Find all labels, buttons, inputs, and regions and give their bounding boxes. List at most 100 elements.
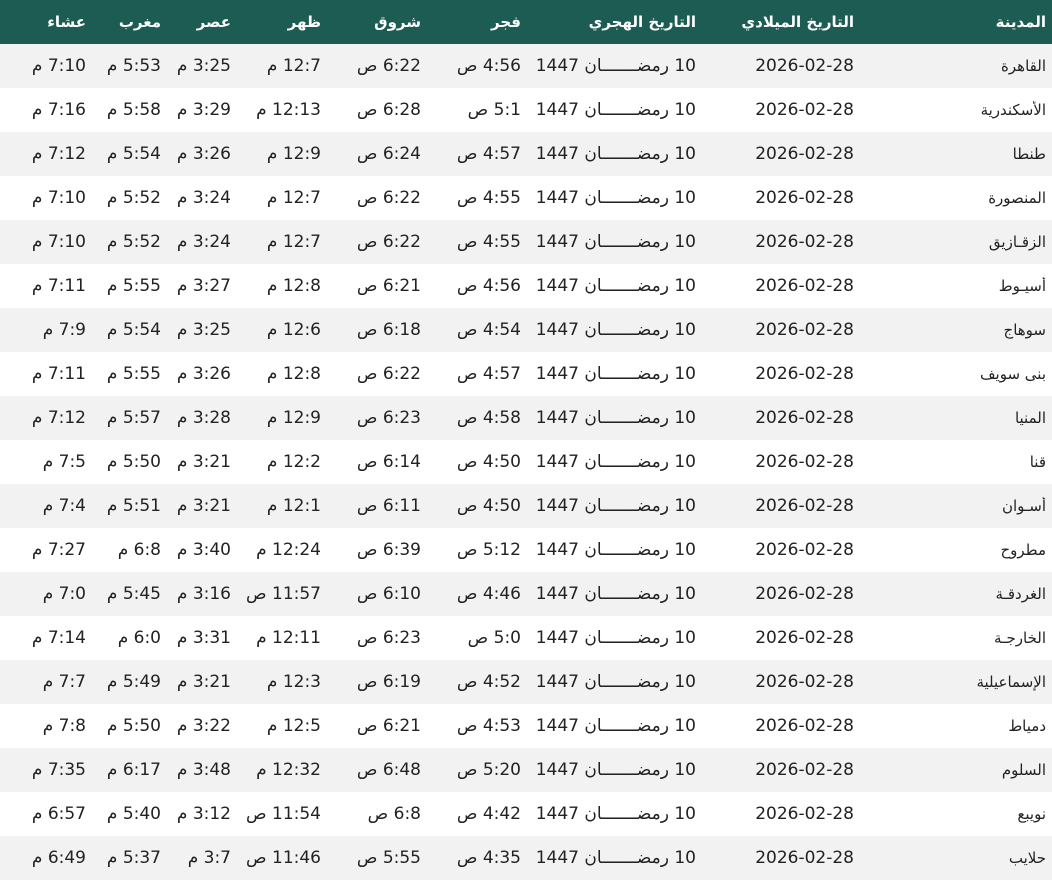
cell-city: القاهرة [1001,57,1046,75]
cell-asr: 3:24 م [176,188,231,208]
cell-maghrib: 5:53 م [106,56,161,76]
table-row: أسـوان 2026-02-28 10 رمضـــــــان 1447 4:50… [0,484,1052,528]
cell-shuruq: 6:22 ص [356,188,421,208]
header-dhuhr: ظهر [287,13,321,31]
cell-shuruq: 6:22 ص [356,56,421,76]
cell-asr: 3:16 م [176,584,231,604]
cell-city: طنطا [1012,145,1046,163]
cell-hijri-date: 10 رمضـــــــان 1447 [535,144,696,164]
cell-shuruq: 6:28 ص [356,100,421,120]
table-row: قنا 2026-02-28 10 رمضـــــــان 1447 4:50 ص 6… [0,440,1052,484]
cell-dhuhr: 12:11 م [256,628,321,648]
cell-hijri-date: 10 رمضـــــــان 1447 [535,584,696,604]
cell-maghrib: 5:54 م [106,144,161,164]
cell-dhuhr: 11:46 ص [246,848,321,868]
cell-fajr: 4:35 ص [456,848,521,868]
cell-gregorian-date: 2026-02-28 [755,804,854,824]
cell-shuruq: 6:24 ص [356,144,421,164]
cell-dhuhr: 12:6 م [266,320,321,340]
cell-isha: 7:5 م [42,452,86,472]
prayer-times-table: المدينة التاريخ الميلادي التاريخ الهجري … [0,0,1052,880]
cell-city: مطروح [1000,541,1046,559]
cell-isha: 7:9 م [42,320,86,340]
cell-shuruq: 6:19 ص [356,672,421,692]
cell-isha: 7:0 م [42,584,86,604]
cell-shuruq: 6:8 ص [367,804,421,824]
cell-city: الخارجـة [994,629,1046,647]
cell-city: أسيـوط [998,277,1046,295]
cell-maghrib: 5:55 م [106,364,161,384]
cell-dhuhr: 12:7 م [266,188,321,208]
cell-shuruq: 6:48 ص [356,760,421,780]
table-row: الزقـازيق 2026-02-28 10 رمضـــــــان 1447 4… [0,220,1052,264]
cell-hijri-date: 10 رمضـــــــان 1447 [535,716,696,736]
header-gregorian-date: التاريخ الميلادي [741,13,854,31]
cell-isha: 6:57 م [31,804,86,824]
cell-hijri-date: 10 رمضـــــــان 1447 [535,100,696,120]
cell-fajr: 4:46 ص [456,584,521,604]
cell-gregorian-date: 2026-02-28 [755,848,854,868]
cell-gregorian-date: 2026-02-28 [755,540,854,560]
cell-maghrib: 6:0 م [117,628,161,648]
cell-city: السلوم [1001,761,1046,779]
cell-fajr: 4:53 ص [456,716,521,736]
cell-gregorian-date: 2026-02-28 [755,100,854,120]
table-row: الخارجـة 2026-02-28 10 رمضـــــــان 1447 5:… [0,616,1052,660]
cell-fajr: 4:50 ص [456,496,521,516]
cell-asr: 3:12 م [176,804,231,824]
cell-dhuhr: 12:1 م [266,496,321,516]
cell-isha: 7:14 م [31,628,86,648]
header-asr: عصر [196,13,231,31]
cell-hijri-date: 10 رمضـــــــان 1447 [535,188,696,208]
cell-fajr: 4:55 ص [456,232,521,252]
table-row: سوهاج 2026-02-28 10 رمضـــــــان 1447 4:54 … [0,308,1052,352]
cell-isha: 7:12 م [31,144,86,164]
cell-dhuhr: 12:8 م [266,364,321,384]
cell-fajr: 4:56 ص [456,56,521,76]
cell-dhuhr: 12:7 م [266,56,321,76]
table-row: بنى سويف 2026-02-28 10 رمضـــــــان 1447 4:… [0,352,1052,396]
cell-dhuhr: 12:5 م [266,716,321,736]
cell-fajr: 5:12 ص [456,540,521,560]
header-isha: عشاء [47,13,86,31]
cell-asr: 3:48 م [176,760,231,780]
cell-dhuhr: 12:9 م [266,144,321,164]
cell-gregorian-date: 2026-02-28 [755,56,854,76]
cell-dhuhr: 11:57 ص [246,584,321,604]
cell-city: نويبع [1017,805,1046,823]
header-city: المدينة [995,13,1046,31]
cell-gregorian-date: 2026-02-28 [755,188,854,208]
table-row: الغردقـة 2026-02-28 10 رمضـــــــان 1447 4:… [0,572,1052,616]
cell-dhuhr: 12:32 م [256,760,321,780]
table-row: دمياط 2026-02-28 10 رمضـــــــان 1447 4:53 … [0,704,1052,748]
cell-maghrib: 5:52 م [106,232,161,252]
cell-city: دمياط [1008,717,1046,735]
cell-maghrib: 5:55 م [106,276,161,296]
cell-hijri-date: 10 رمضـــــــان 1447 [535,848,696,868]
cell-shuruq: 6:18 ص [356,320,421,340]
cell-maghrib: 5:51 م [106,496,161,516]
cell-dhuhr: 12:9 م [266,408,321,428]
cell-isha: 7:4 م [42,496,86,516]
cell-hijri-date: 10 رمضـــــــان 1447 [535,364,696,384]
cell-maghrib: 5:57 م [106,408,161,428]
cell-gregorian-date: 2026-02-28 [755,276,854,296]
cell-maghrib: 5:50 م [106,716,161,736]
header-shuruq: شروق [374,13,421,31]
cell-city: حلايب [1008,849,1046,867]
cell-gregorian-date: 2026-02-28 [755,320,854,340]
cell-fajr: 4:58 ص [456,408,521,428]
cell-gregorian-date: 2026-02-28 [755,628,854,648]
cell-fajr: 4:50 ص [456,452,521,472]
cell-asr: 3:27 م [176,276,231,296]
cell-asr: 3:21 م [176,452,231,472]
cell-asr: 3:31 م [176,628,231,648]
cell-gregorian-date: 2026-02-28 [755,364,854,384]
table-row: الإسماعيلية 2026-02-28 10 رمضـــــــان 144… [0,660,1052,704]
cell-maghrib: 5:49 م [106,672,161,692]
cell-fajr: 4:55 ص [456,188,521,208]
cell-fajr: 4:57 ص [456,364,521,384]
cell-shuruq: 6:14 ص [356,452,421,472]
cell-isha: 7:11 م [31,276,86,296]
table-row: مطروح 2026-02-28 10 رمضـــــــان 1447 5:12 … [0,528,1052,572]
